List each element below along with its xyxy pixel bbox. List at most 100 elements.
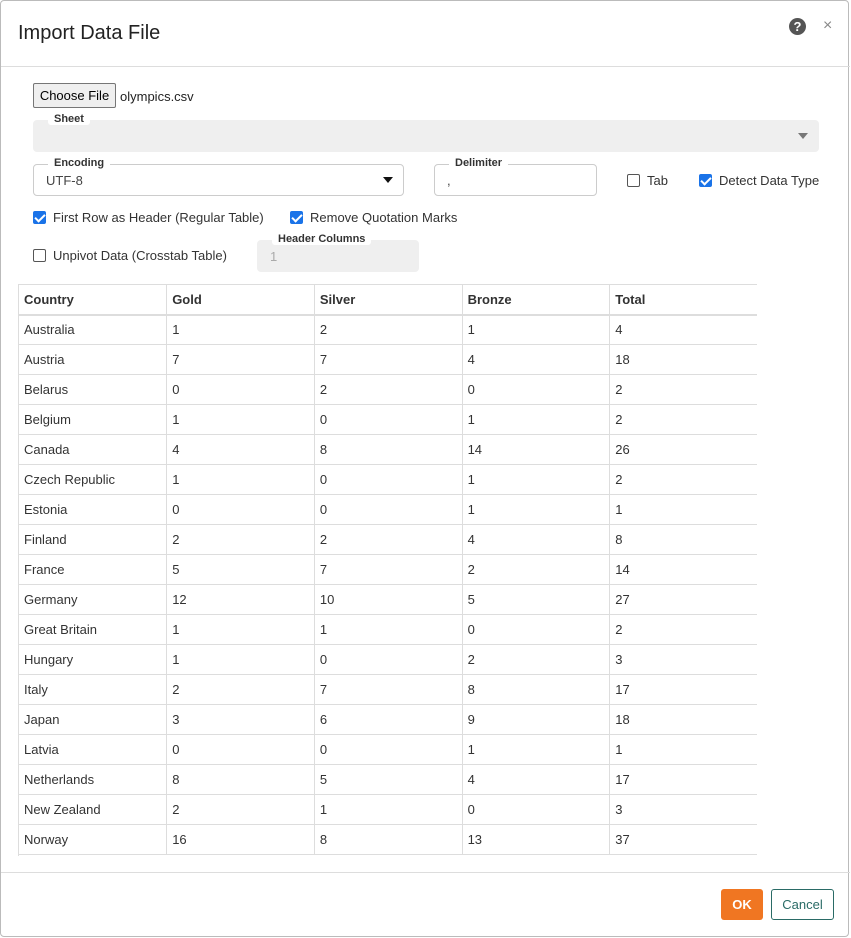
table-header-row: Country Gold Silver Bronze Total	[19, 284, 757, 316]
table-cell: 16	[166, 824, 315, 855]
table-row: Czech Republic 1 0 1 2	[19, 464, 757, 495]
table-cell: 0	[314, 494, 463, 525]
table-cell: Finland	[19, 524, 168, 555]
column-header[interactable]: Silver	[314, 284, 463, 316]
table-cell: New Zealand	[19, 794, 168, 825]
table-cell: 7	[314, 344, 463, 375]
table-row: Austria 7 7 4 18	[19, 344, 757, 375]
table-cell: 1	[314, 614, 463, 645]
table-cell: 5	[462, 584, 611, 615]
table-cell: 17	[609, 764, 757, 795]
table-cell: 1	[314, 794, 463, 825]
table-row: Belarus 0 2 0 2	[19, 374, 757, 405]
table-cell: 8	[314, 434, 463, 465]
table-cell: Hungary	[19, 644, 168, 675]
remove-quotes-label: Remove Quotation Marks	[310, 210, 458, 225]
table-cell: Japan	[19, 704, 168, 735]
table-row: Latvia 0 0 1 1	[19, 734, 757, 765]
table-row: Hungary 1 0 2 3	[19, 644, 757, 675]
table-cell: 5	[166, 554, 315, 585]
table-cell: 2	[609, 374, 757, 405]
table-cell: 18	[609, 344, 757, 375]
table-cell: 4	[462, 764, 611, 795]
table-cell: Belgium	[19, 404, 168, 435]
table-cell: Australia	[19, 314, 168, 345]
first-row-header-checkbox[interactable]: First Row as Header (Regular Table)	[33, 210, 264, 225]
table-cell: Belarus	[19, 374, 168, 405]
ok-button[interactable]: OK	[721, 889, 763, 920]
import-dialog: Import Data File ? × Choose File olympic…	[0, 0, 850, 937]
table-cell: 2	[166, 794, 315, 825]
table-cell: Estonia	[19, 494, 168, 525]
checkbox-checked-icon[interactable]	[699, 174, 712, 187]
checkbox-icon[interactable]	[33, 249, 46, 262]
table-row: Norway 16 8 13 37	[19, 824, 757, 855]
table-row: Great Britain 1 1 0 2	[19, 614, 757, 645]
remove-quotes-checkbox[interactable]: Remove Quotation Marks	[290, 210, 457, 225]
encoding-select[interactable]: Encoding UTF-8	[33, 157, 404, 196]
table-cell: 1	[462, 314, 611, 345]
unpivot-label: Unpivot Data (Crosstab Table)	[53, 248, 227, 263]
table-cell: 8	[462, 674, 611, 705]
table-cell: 10	[314, 584, 463, 615]
table-row: Netherlands 8 5 4 17	[19, 764, 757, 795]
table-row: Finland 2 2 4 8	[19, 524, 757, 555]
table-row: Australia 1 2 1 4	[19, 314, 757, 345]
table-row: New Zealand 2 1 0 3	[19, 794, 757, 825]
table-cell: 2	[166, 674, 315, 705]
column-header[interactable]: Bronze	[462, 284, 611, 316]
table-cell: 1	[609, 494, 757, 525]
unpivot-checkbox[interactable]: Unpivot Data (Crosstab Table)	[33, 248, 227, 263]
column-header[interactable]: Gold	[166, 284, 315, 316]
table-cell: Germany	[19, 584, 168, 615]
table-cell: Netherlands	[19, 764, 168, 795]
header-columns-placeholder: 1	[270, 249, 278, 264]
table-cell: 0	[462, 374, 611, 405]
delimiter-label: Delimiter	[449, 157, 509, 169]
table-cell: 0	[314, 734, 463, 765]
close-icon[interactable]: ×	[823, 17, 832, 35]
table-row: Italy 2 7 8 17	[19, 674, 757, 705]
choose-file-button[interactable]: Choose File	[33, 83, 116, 108]
table-cell: 2	[609, 464, 757, 495]
table-cell: 1	[462, 464, 611, 495]
table-cell: 0	[314, 644, 463, 675]
table-cell: 1	[166, 314, 315, 345]
table-cell: 12	[166, 584, 315, 615]
column-header[interactable]: Total	[609, 284, 757, 316]
delimiter-input[interactable]: Delimiter ,	[434, 157, 597, 196]
table-cell: 2	[462, 644, 611, 675]
checkbox-icon[interactable]	[627, 174, 640, 187]
table-cell: 14	[462, 434, 611, 465]
divider	[1, 872, 850, 873]
table-cell: 9	[462, 704, 611, 735]
table-cell: 0	[314, 404, 463, 435]
table-cell: 7	[314, 554, 463, 585]
table-row: Japan 3 6 9 18	[19, 704, 757, 735]
table-cell: 1	[462, 494, 611, 525]
table-cell: 0	[166, 494, 315, 525]
table-cell: 8	[166, 764, 315, 795]
table-cell: 0	[462, 794, 611, 825]
cancel-button[interactable]: Cancel	[771, 889, 834, 920]
table-cell: 17	[609, 674, 757, 705]
table-cell: 18	[609, 704, 757, 735]
dialog-title: Import Data File	[18, 22, 161, 44]
detect-data-type-checkbox[interactable]: Detect Data Type	[699, 173, 819, 188]
help-icon[interactable]: ?	[789, 18, 806, 35]
table-cell: 1	[462, 404, 611, 435]
sheet-select[interactable]: Sheet	[33, 113, 819, 152]
checkbox-checked-icon[interactable]	[290, 211, 303, 224]
header-columns-input[interactable]: Header Columns 1	[257, 233, 419, 272]
table-cell: 3	[609, 794, 757, 825]
checkbox-checked-icon[interactable]	[33, 211, 46, 224]
table-row: Estonia 0 0 1 1	[19, 494, 757, 525]
table-cell: 2	[166, 524, 315, 555]
tab-checkbox[interactable]: Tab	[627, 173, 668, 188]
delimiter-value: ,	[447, 173, 451, 188]
preview-table[interactable]: Country Gold Silver Bronze Total Australia 1 2…	[18, 284, 757, 856]
table-cell: Austria	[19, 344, 168, 375]
table-cell: 2	[314, 524, 463, 555]
column-header[interactable]: Country	[19, 284, 168, 316]
table-cell: 2	[609, 614, 757, 645]
